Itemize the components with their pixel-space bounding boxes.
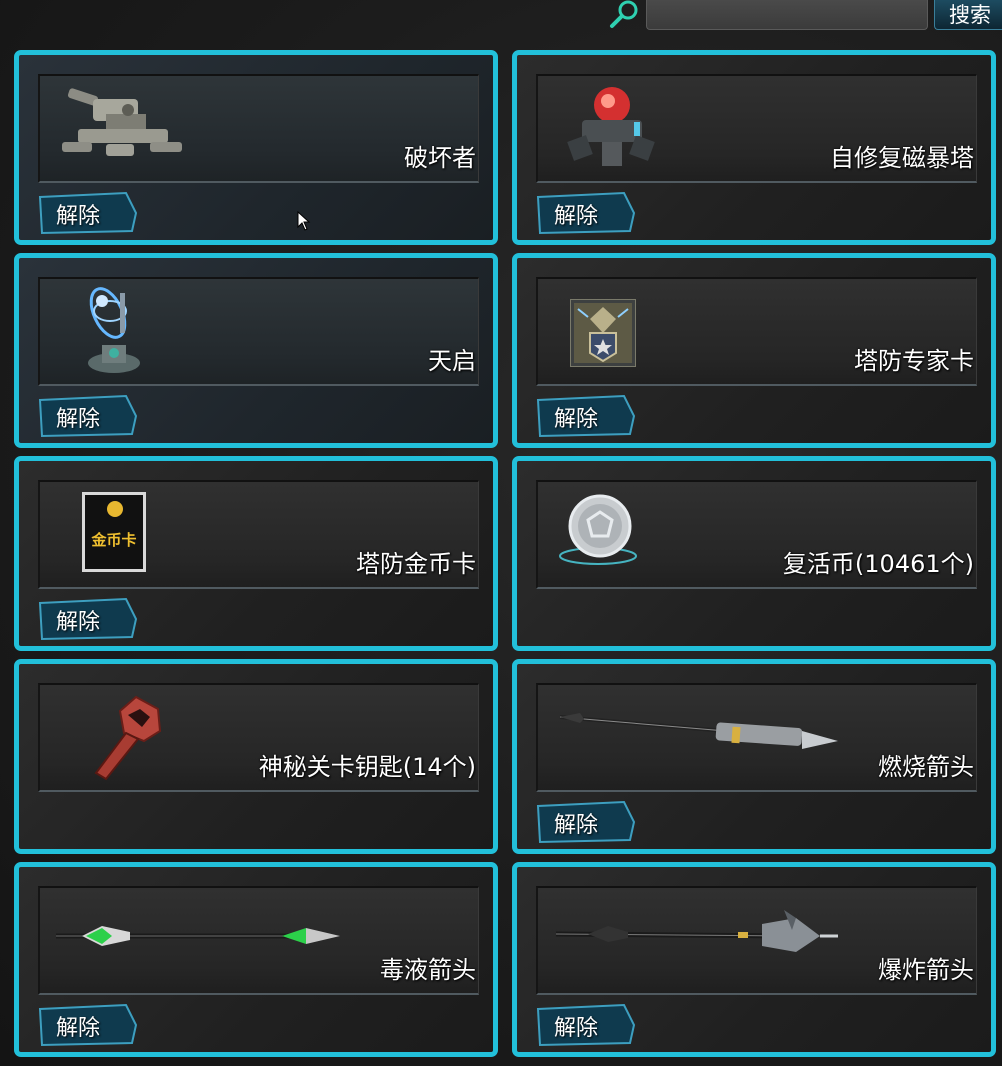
item-card-tesla-tower: 自修复磁暴塔 解除 [512, 50, 996, 245]
venom-arrow-icon [56, 926, 340, 946]
unbind-button[interactable]: 解除 [536, 394, 636, 438]
item-name: 毒液箭头 [380, 956, 476, 984]
explosive-arrow-icon [555, 910, 838, 952]
item-name: 塔防专家卡 [854, 347, 974, 375]
tower-expert-card-icon [570, 299, 636, 367]
unbind-button[interactable]: 解除 [38, 191, 138, 235]
revive-coin-icon [559, 494, 637, 565]
mouse-cursor-icon [297, 211, 311, 231]
item-panel: 毒液箭头 [38, 886, 479, 995]
item-card-tower-expert: 塔防专家卡 解除 [512, 253, 996, 448]
item-panel: 神秘关卡钥匙(14个) [38, 683, 479, 792]
item-panel: 自修复磁暴塔 [536, 74, 977, 183]
item-panel: 金币卡 塔防金币卡 [38, 480, 479, 589]
tesla-tower-icon [567, 87, 655, 166]
fire-arrow-icon [559, 713, 838, 749]
item-name: 神秘关卡钥匙(14个) [258, 753, 476, 781]
item-panel: 天启 [38, 277, 479, 386]
item-name: 复活币(10461个) [782, 550, 974, 578]
item-name: 塔防金币卡 [356, 550, 476, 578]
item-card-apocalypse: 天启 解除 [14, 253, 498, 448]
item-name: 燃烧箭头 [878, 753, 974, 781]
item-name: 破坏者 [404, 144, 476, 172]
unbind-button[interactable]: 解除 [536, 800, 636, 844]
item-panel: 爆炸箭头 [536, 886, 977, 995]
item-card-gold-coin: 金币卡 塔防金币卡 解除 [14, 456, 498, 651]
unbind-button[interactable]: 解除 [536, 1003, 636, 1047]
item-panel: 燃烧箭头 [536, 683, 977, 792]
item-panel: 复活币(10461个) [536, 480, 977, 589]
unbind-button[interactable]: 解除 [536, 191, 636, 235]
item-card-explosive-arrow: 爆炸箭头 解除 [512, 862, 996, 1057]
unbind-button[interactable]: 解除 [38, 1003, 138, 1047]
item-name: 天启 [428, 347, 476, 375]
item-panel: 塔防专家卡 [536, 277, 977, 386]
item-card-venom-arrow: 毒液箭头 解除 [14, 862, 498, 1057]
item-card-fire-arrow: 燃烧箭头 解除 [512, 659, 996, 854]
item-panel: 破坏者 [38, 74, 479, 183]
item-name: 爆炸箭头 [878, 956, 974, 984]
item-card-destroyer: 破坏者 解除 [14, 50, 498, 245]
item-card-revive-coin: 复活币(10461个) [512, 456, 996, 651]
item-name: 自修复磁暴塔 [830, 144, 974, 172]
gold-coin-card-icon: 金币卡 [82, 492, 146, 572]
mystery-key-icon [94, 695, 162, 781]
unbind-button[interactable]: 解除 [38, 394, 138, 438]
unbind-button[interactable]: 解除 [38, 597, 138, 641]
item-card-mystery-key: 神秘关卡钥匙(14个) [14, 659, 498, 854]
destroyer-turret-icon [62, 88, 182, 156]
apocalypse-tower-icon [88, 287, 140, 373]
item-grid: 破坏者 解除 自修复磁暴塔 解除 天启 解除 塔防专家卡 解除 金币卡 塔防金币… [0, 0, 1002, 1066]
